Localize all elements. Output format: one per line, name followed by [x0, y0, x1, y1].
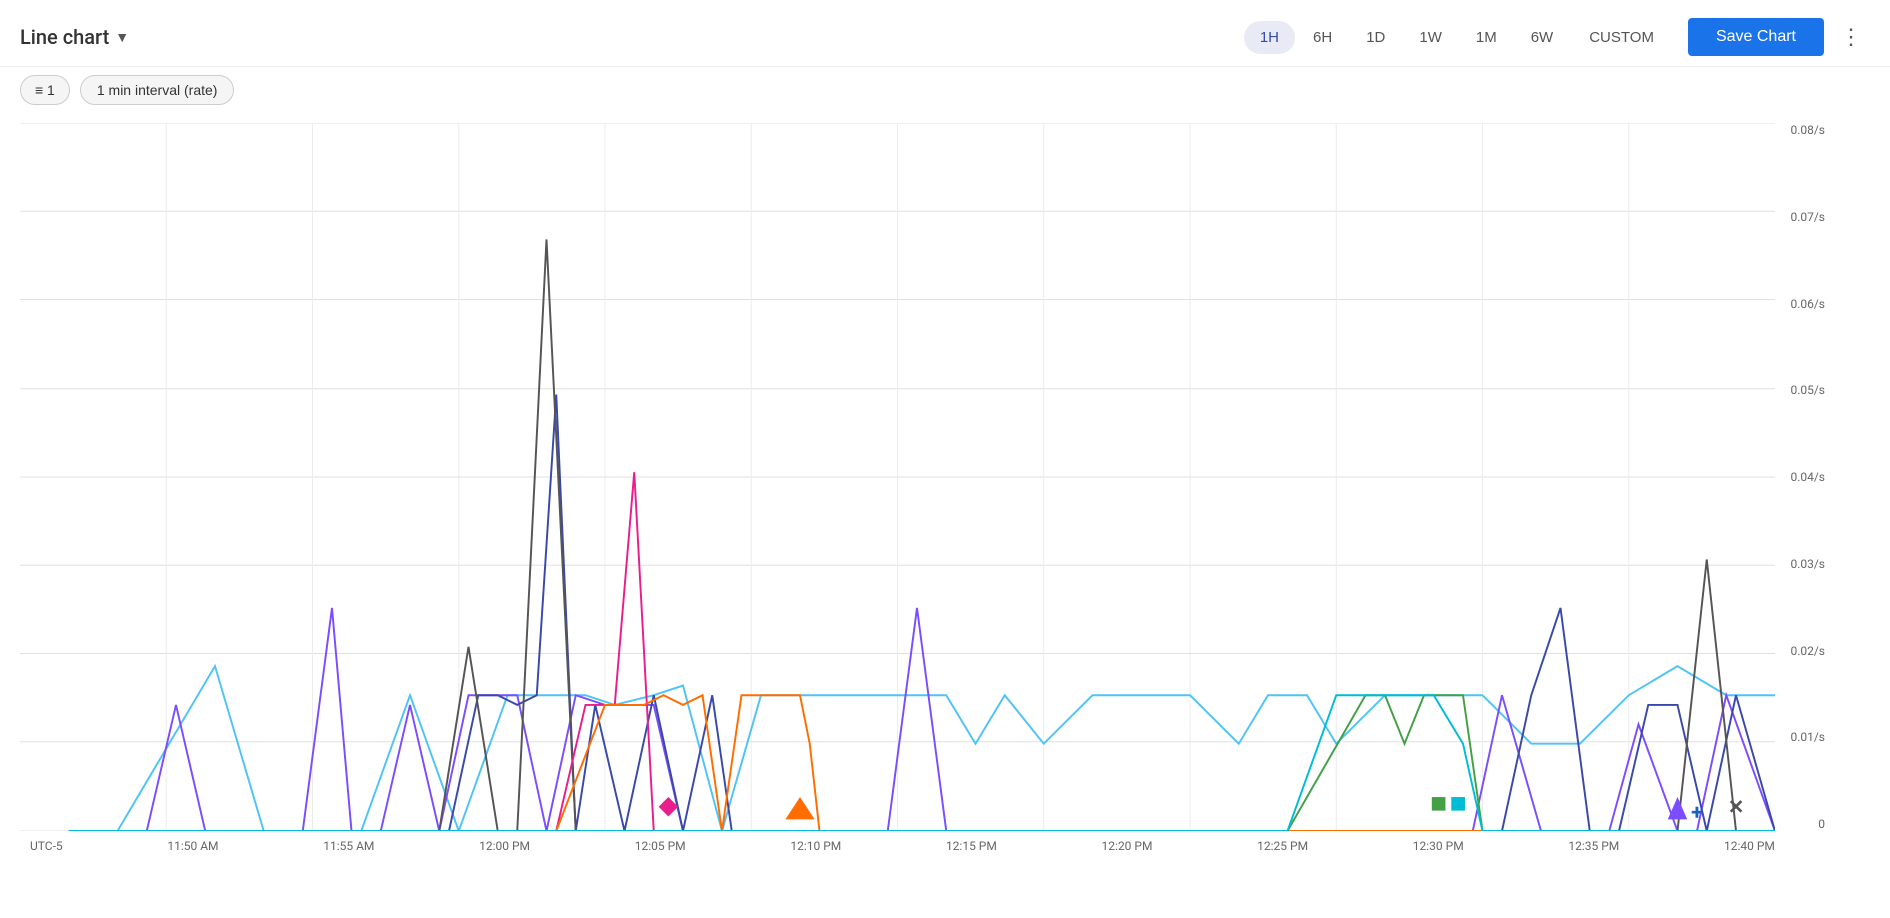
x-label-1240: 12:40 PM [1724, 839, 1775, 853]
time-btn-1d[interactable]: 1D [1350, 21, 1401, 54]
time-btn-1m[interactable]: 1M [1460, 21, 1513, 54]
time-btn-custom[interactable]: CUSTOM [1571, 21, 1672, 54]
y-label-8: 0.08/s [1780, 123, 1825, 137]
header: Line chart ▼ 1H 6H 1D 1W 1M 6W CUSTOM Sa… [0, 0, 1890, 67]
marker-triangle-orange [785, 797, 814, 819]
time-btn-1w[interactable]: 1W [1403, 21, 1458, 54]
sub-header: ≡ 1 1 min interval (rate) [0, 67, 1890, 113]
chart-svg: + ✕ [20, 123, 1775, 831]
marker-x-gray: ✕ [1728, 796, 1744, 819]
marker-plus-blue: + [1691, 800, 1703, 825]
interval-button[interactable]: 1 min interval (rate) [80, 75, 235, 105]
marker-square-green [1432, 797, 1446, 811]
chart-type-label: Line chart [20, 25, 109, 49]
x-label-1220: 12:20 PM [1102, 839, 1153, 853]
marker-triangle-purple [1668, 797, 1688, 819]
time-btn-6w[interactable]: 6W [1515, 21, 1570, 54]
x-label-1150: 11:50 AM [167, 839, 218, 853]
series-green-line [69, 695, 1775, 831]
filter-button[interactable]: ≡ 1 [20, 75, 70, 105]
y-label-3: 0.03/s [1780, 557, 1825, 571]
y-label-5: 0.05/s [1780, 383, 1825, 397]
x-label-1205: 12:05 PM [635, 839, 686, 853]
chart-type-selector[interactable]: Line chart ▼ [20, 25, 129, 49]
marker-square-teal [1451, 797, 1465, 811]
y-label-4: 0.04/s [1780, 470, 1825, 484]
y-label-6: 0.06/s [1780, 297, 1825, 311]
y-label-2: 0.02/s [1780, 644, 1825, 658]
x-label-1230: 12:30 PM [1413, 839, 1464, 853]
y-label-1: 0.01/s [1780, 730, 1825, 744]
time-range-buttons: 1H 6H 1D 1W 1M 6W CUSTOM [1244, 21, 1672, 54]
x-axis: UTC-5 11:50 AM 11:55 AM 12:00 PM 12:05 P… [20, 831, 1775, 861]
series-orange-line [69, 695, 1775, 831]
series-purple-line [69, 608, 1775, 831]
x-label-1200: 12:00 PM [479, 839, 530, 853]
x-label-1225: 12:25 PM [1257, 839, 1308, 853]
series-indigo-line [69, 395, 1775, 831]
y-label-7: 0.07/s [1780, 210, 1825, 224]
more-options-button[interactable]: ⋮ [1832, 20, 1870, 54]
save-chart-button[interactable]: Save Chart [1688, 18, 1824, 56]
chart-area: 0 0.01/s 0.02/s 0.03/s 0.04/s 0.05/s 0.0… [20, 123, 1830, 861]
chart-container: 0 0.01/s 0.02/s 0.03/s 0.04/s 0.05/s 0.0… [0, 113, 1890, 901]
x-label-1235: 12:35 PM [1568, 839, 1619, 853]
x-label-1210: 12:10 PM [790, 839, 841, 853]
y-label-0: 0 [1780, 817, 1825, 831]
time-btn-1h[interactable]: 1H [1244, 21, 1295, 54]
x-label-utc: UTC-5 [30, 839, 63, 853]
x-label-1155: 11:55 AM [323, 839, 374, 853]
chart-type-dropdown-icon: ▼ [115, 29, 129, 46]
time-btn-6h[interactable]: 6H [1297, 21, 1348, 54]
x-label-1215: 12:15 PM [946, 839, 997, 853]
y-axis: 0 0.01/s 0.02/s 0.03/s 0.04/s 0.05/s 0.0… [1775, 123, 1830, 831]
series-teal-line [69, 695, 1775, 831]
